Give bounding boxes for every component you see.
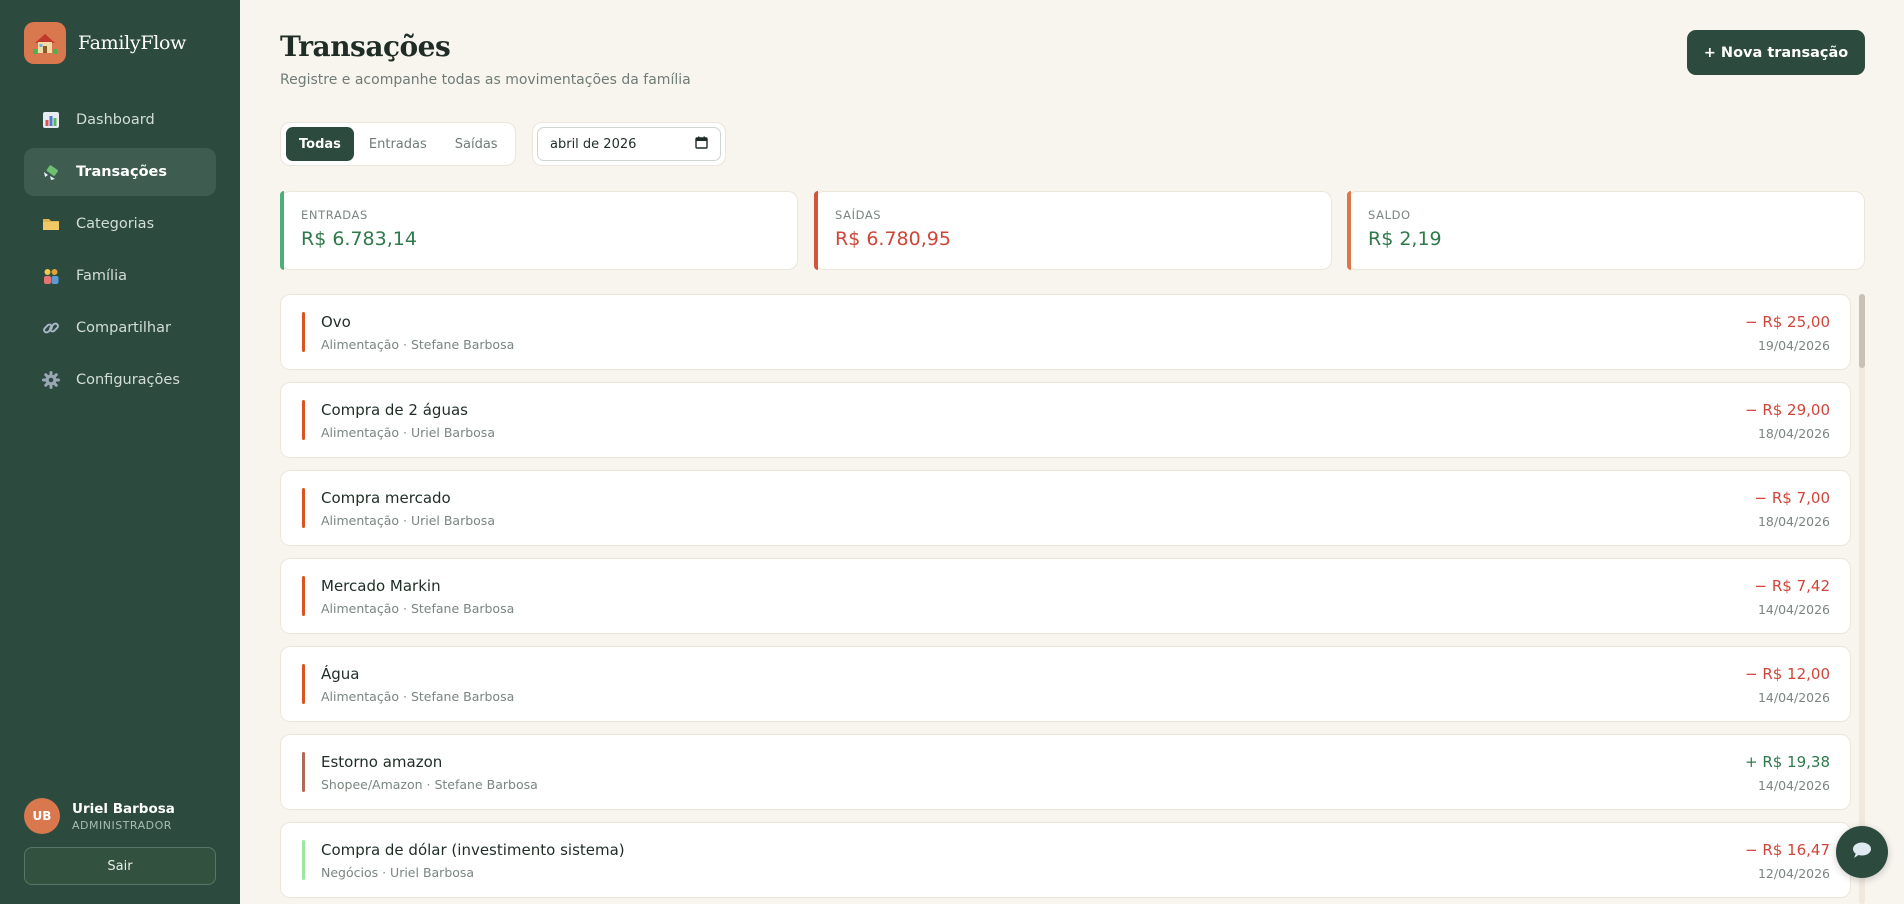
category-color-bar [302,312,305,352]
filter-todas[interactable]: Todas [286,127,354,161]
summary-label: SALDO [1368,208,1411,222]
transaction-title: Mercado Markin [321,577,441,595]
transaction-date: 18/04/2026 [1757,514,1830,529]
money-wings-icon [42,163,60,181]
summary-label: SAÍDAS [835,208,882,222]
sidebar-item-configuracoes[interactable]: Configurações [24,356,216,404]
sidebar-item-label: Categorias [76,216,155,232]
transaction-row[interactable]: Compra mercado Alimentação · Uriel Barbos… [280,470,1851,546]
gear-icon [42,371,60,389]
link-icon [42,319,60,337]
filter-entradas[interactable]: Entradas [356,127,440,161]
transaction-date: 18/04/2026 [1757,426,1830,441]
summary-card-income: ENTRADAS R$ 6.783,14 [280,191,798,270]
transaction-title: Estorno amazon [321,753,443,771]
transaction-date: 14/04/2026 [1757,690,1830,705]
avatar: UB [24,798,60,834]
sidebar-item-dashboard[interactable]: Dashboard [24,96,216,144]
calendar-icon[interactable] [695,136,708,153]
chat-bubble-icon [1850,838,1874,866]
transaction-meta: Alimentação · Stefane Barbosa [321,601,515,616]
main-content: Transações Registre e acompanhe todas as… [240,0,1904,904]
sidebar-item-transacoes[interactable]: Transações [24,148,216,196]
page-subtitle: Registre e acompanhe todas as movimentaç… [280,72,691,88]
sidebar-item-label: Família [76,268,127,284]
transaction-row[interactable]: Ovo Alimentação · Stefane Barbosa − R$ 25,… [280,294,1851,370]
user-name: Uriel Barbosa [72,800,175,817]
transaction-meta: Alimentação · Stefane Barbosa [321,689,515,704]
transaction-amount: + R$ 19,38 [1744,753,1830,771]
transaction-title: Ovo [321,313,351,331]
transaction-title: Compra de dólar (investimento sistema) [321,841,625,859]
sidebar-item-compartilhar[interactable]: Compartilhar [24,304,216,352]
sidebar-item-label: Compartilhar [76,320,171,336]
transaction-row[interactable]: Mercado Markin Alimentação · Stefane Barb… [280,558,1851,634]
user-role: ADMINISTRADOR [72,818,172,832]
brand[interactable]: FamilyFlow [24,22,186,64]
new-transaction-button[interactable]: + Nova transação [1687,30,1865,75]
chat-button[interactable] [1836,826,1888,878]
category-color-bar [302,840,305,880]
filter-saidas[interactable]: Saídas [442,127,511,161]
category-color-bar [302,664,305,704]
logout-button[interactable]: Sair [24,847,216,885]
transaction-date: 12/04/2026 [1757,866,1830,881]
family-icon [42,267,60,285]
summary-value: R$ 6.783,14 [301,228,417,250]
sidebar: FamilyFlow Dashboard Transações Categori… [0,0,240,904]
sidebar-item-label: Transações [76,164,167,180]
transaction-amount: − R$ 29,00 [1744,401,1830,419]
scrollbar[interactable] [1859,294,1865,904]
month-input[interactable]: abril de 2026 [537,127,721,161]
transaction-amount: − R$ 16,47 [1744,841,1830,859]
transaction-title: Compra mercado [321,489,451,507]
transaction-row[interactable]: Compra de 2 águas Alimentação · Uriel Bar… [280,382,1851,458]
transaction-row[interactable]: Água Alimentação · Stefane Barbosa − R$ 12… [280,646,1851,722]
summary-value: R$ 2,19 [1368,228,1442,250]
scrollbar-thumb[interactable] [1859,294,1865,368]
user-profile: UB Uriel Barbosa ADMINISTRADOR [24,798,175,834]
category-color-bar [302,488,305,528]
transaction-row[interactable]: Compra de dólar (investimento sistema) Ne… [280,822,1851,898]
sidebar-item-familia[interactable]: Família [24,252,216,300]
transaction-amount: − R$ 7,42 [1754,577,1830,595]
page-title: Transações [280,30,451,63]
transaction-date: 14/04/2026 [1757,778,1830,793]
summary-label: ENTRADAS [301,208,368,222]
transaction-amount: − R$ 25,00 [1744,313,1830,331]
transaction-title: Água [321,665,360,683]
transaction-amount: − R$ 12,00 [1744,665,1830,683]
month-picker: abril de 2026 [532,122,726,166]
transaction-meta: Alimentação · Uriel Barbosa [321,513,495,528]
transaction-meta: Negócios · Uriel Barbosa [321,865,475,880]
chart-icon [42,111,60,129]
sidebar-nav: Dashboard Transações Categorias Família … [24,96,216,408]
sidebar-item-categorias[interactable]: Categorias [24,200,216,248]
summary-value: R$ 6.780,95 [835,228,951,250]
category-color-bar [302,576,305,616]
house-icon [24,22,66,64]
summary-card-balance: SALDO R$ 2,19 [1347,191,1865,270]
month-value: abril de 2026 [550,136,637,152]
category-color-bar [302,400,305,440]
brand-name: FamilyFlow [78,32,187,54]
transaction-date: 19/04/2026 [1757,338,1830,353]
transaction-list: Ovo Alimentação · Stefane Barbosa − R$ 25,… [280,294,1851,904]
transaction-meta: Alimentação · Stefane Barbosa [321,337,515,352]
type-filter: Todas Entradas Saídas [280,122,516,166]
transaction-title: Compra de 2 águas [321,401,468,419]
transaction-date: 14/04/2026 [1757,602,1830,617]
summary-card-expense: SAÍDAS R$ 6.780,95 [814,191,1332,270]
category-color-bar [302,752,305,792]
transaction-meta: Alimentação · Uriel Barbosa [321,425,495,440]
transaction-row[interactable]: Estorno amazon Shopee/Amazon · Stefane Ba… [280,734,1851,810]
sidebar-item-label: Configurações [76,372,180,388]
transaction-meta: Shopee/Amazon · Stefane Barbosa [321,777,538,792]
folder-icon [42,215,60,233]
sidebar-item-label: Dashboard [76,112,155,128]
transaction-amount: − R$ 7,00 [1754,489,1830,507]
